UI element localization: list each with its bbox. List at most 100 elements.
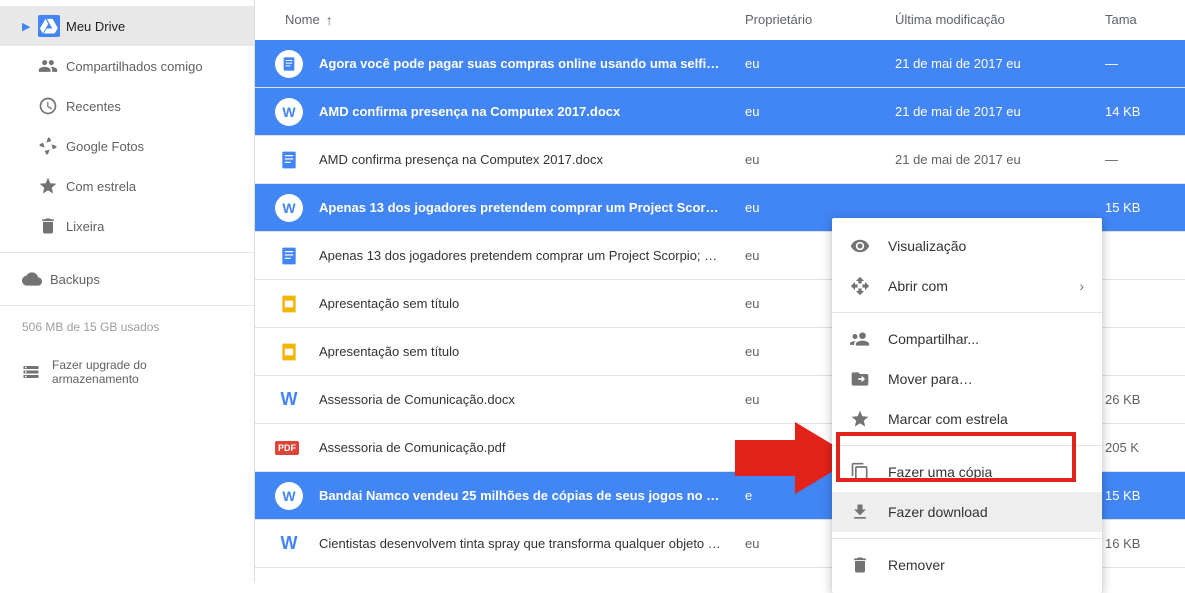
copy-icon [850,462,888,482]
file-size: 14 KB [1105,104,1165,119]
file-name: AMD confirma presença na Computex 2017.d… [319,104,745,119]
sidebar-main-section: ▶ Meu Drive Compartilhados comigo Recentes G… [0,0,254,253]
file-type-icon: W [275,482,319,510]
file-row[interactable]: AMD confirma presença na Computex 2017.d… [255,136,1185,184]
sidebar-item-label: Com estrela [66,179,232,194]
sidebar-item-photos[interactable]: Google Fotos [0,126,254,166]
file-type-icon [275,242,319,270]
file-size: 15 KB [1105,488,1165,503]
file-type-icon: W [275,386,319,414]
cloud-icon [22,269,50,289]
file-name: Assessoria de Comunicação.docx [319,392,745,407]
sidebar: ▶ Meu Drive Compartilhados comigo Recentes G… [0,0,255,582]
drive-icon [38,15,60,37]
file-name: Apresentação sem título [319,344,745,359]
menu-item-move[interactable]: Mover para… [832,359,1102,399]
trash-icon [38,216,66,236]
menu-item-label: Compartilhar... [888,331,979,347]
download-icon [850,502,888,522]
file-type-icon [275,146,319,174]
file-owner: eu [745,56,895,71]
column-header-modified[interactable]: Última modificação [895,12,1105,27]
menu-separator [832,312,1102,313]
sidebar-item-label: Meu Drive [66,19,232,34]
menu-item-open[interactable]: Abrir com › [832,266,1102,306]
file-name: Apresentação sem título [319,296,745,311]
column-header-row: Nome ↑ Proprietário Última modificação T… [255,0,1185,40]
photos-icon [38,136,66,156]
chevron-right-icon: › [1079,278,1084,294]
menu-separator [832,445,1102,446]
file-size: — [1105,56,1165,71]
file-row[interactable]: WAMD confirma presença na Computex 2017.… [255,88,1185,136]
file-owner: eu [745,152,895,167]
sidebar-item-label: Google Fotos [66,139,232,154]
sidebar-item-backups[interactable]: Backups [0,259,254,299]
menu-item-download[interactable]: Fazer download [832,492,1102,532]
menu-item-label: Fazer uma cópia [888,464,992,480]
menu-item-label: Mover para… [888,371,973,387]
menu-item-label: Visualização [888,238,966,254]
menu-item-share[interactable]: Compartilhar... [832,319,1102,359]
file-modified: 21 de mai de 2017 eu [895,56,1105,71]
file-row[interactable]: Agora você pode pagar suas compras onlin… [255,40,1185,88]
menu-item-label: Remover [888,557,945,573]
file-name: AMD confirma presença na Computex 2017.d… [319,152,745,167]
column-header-name[interactable]: Nome ↑ [275,12,745,28]
move-icon [850,369,888,389]
file-modified: 21 de mai de 2017 eu [895,152,1105,167]
upgrade-storage-link[interactable]: Fazer upgrade do armazenamento [0,348,254,396]
trash-icon [850,555,888,575]
menu-item-label: Fazer download [888,504,988,520]
menu-item-label: Abrir com [888,278,948,294]
menu-item-trash[interactable]: Remover [832,545,1102,585]
star-icon [850,409,888,429]
file-name: Assessoria de Comunicação.pdf [319,440,745,455]
share-icon [850,329,888,349]
sidebar-item-drive[interactable]: ▶ Meu Drive [0,6,254,46]
shared-icon [38,56,66,76]
eye-icon [850,236,888,256]
star-icon [38,176,66,196]
file-name: Cientistas desenvolvem tinta spray que t… [319,536,745,551]
file-name: Apenas 13 dos jogadores pretendem compra… [319,200,745,215]
file-name: Bandai Namco vendeu 25 milhões de cópias… [319,488,745,503]
menu-item-label: Marcar com estrela [888,411,1008,427]
recent-icon [38,96,66,116]
sidebar-item-recent[interactable]: Recentes [0,86,254,126]
file-type-icon [275,338,319,366]
menu-item-eye[interactable]: Visualização [832,226,1102,266]
file-name: Apenas 13 dos jogadores pretendem compra… [319,248,745,263]
file-size: 26 KB [1105,392,1165,407]
sidebar-item-star[interactable]: Com estrela [0,166,254,206]
sort-arrow-icon: ↑ [326,12,333,28]
sidebar-item-label: Compartilhados comigo [66,59,232,74]
file-type-icon [275,290,319,318]
expand-triangle-icon: ▶ [22,20,32,33]
file-owner: eu [745,104,895,119]
file-size: 15 KB [1105,200,1165,215]
file-type-icon: W [275,98,319,126]
file-modified: 21 de mai de 2017 eu [895,104,1105,119]
file-size: 16 KB [1105,536,1165,551]
sidebar-item-label: Recentes [66,99,232,114]
file-size: — [1105,152,1165,167]
sidebar-item-label: Backups [50,272,232,287]
sidebar-item-label: Lixeira [66,219,232,234]
menu-item-copy[interactable]: Fazer uma cópia [832,452,1102,492]
file-type-icon: PDF [275,441,319,455]
file-owner: eu [745,200,895,215]
open-icon [850,276,888,296]
file-type-icon [275,50,319,78]
sidebar-item-shared[interactable]: Compartilhados comigo [0,46,254,86]
menu-item-star[interactable]: Marcar com estrela [832,399,1102,439]
sidebar-item-trash[interactable]: Lixeira [0,206,254,246]
storage-text: 506 MB de 15 GB usados [0,306,254,348]
context-menu: Visualização Abrir com › Compartilhar... Mov… [832,218,1102,593]
column-header-owner[interactable]: Proprietário [745,12,895,27]
menu-separator [832,538,1102,539]
column-header-size[interactable]: Tama [1105,12,1165,27]
upgrade-label: Fazer upgrade do armazenamento [52,358,232,386]
file-type-icon: W [275,194,319,222]
file-size: 205 K [1105,440,1165,455]
